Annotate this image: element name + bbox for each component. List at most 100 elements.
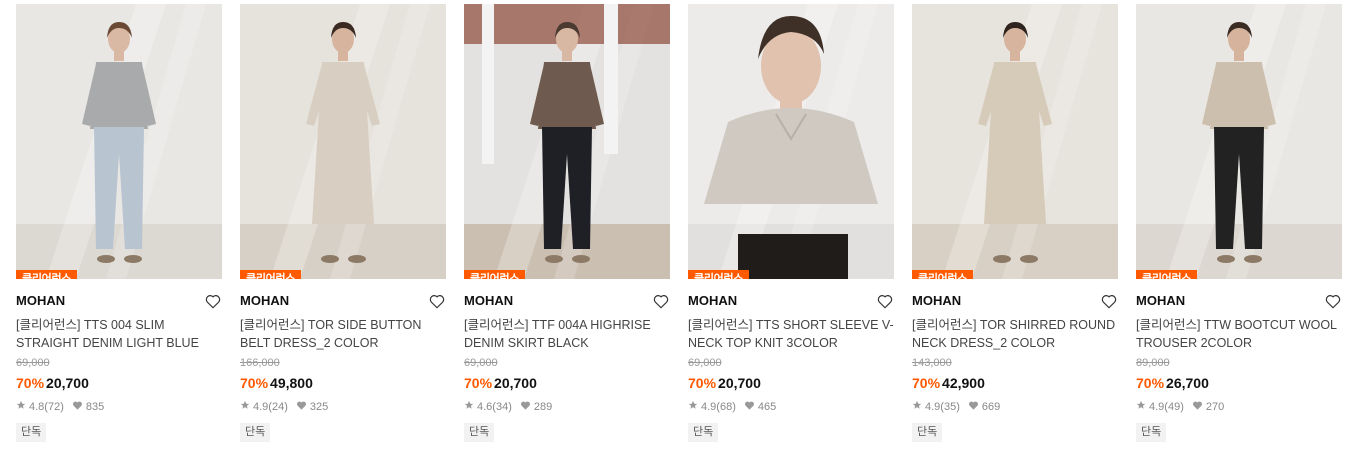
original-price: 89,000 bbox=[1136, 357, 1170, 369]
exclusive-tag: 단독 bbox=[688, 423, 719, 442]
review-count: (35) bbox=[940, 401, 960, 413]
like-count: 270 bbox=[1205, 401, 1225, 413]
product-card[interactable]: 클리어런스 MOHAN [클리어런스] TOR SHIRRED ROUND NECK… bbox=[912, 4, 1118, 442]
like-heart-icon bbox=[744, 400, 758, 415]
star-icon bbox=[464, 400, 477, 414]
product-image[interactable]: 클리어런스 bbox=[1136, 4, 1342, 279]
star-icon bbox=[1136, 400, 1149, 414]
like-count: 669 bbox=[981, 401, 1001, 413]
star-icon bbox=[240, 400, 253, 414]
product-image[interactable]: 클리어런스 bbox=[16, 4, 222, 279]
like-count: 289 bbox=[533, 401, 553, 413]
product-photo[interactable] bbox=[1136, 4, 1342, 279]
sale-price: 20,700 bbox=[46, 375, 89, 391]
clearance-badge: 클리어런스 bbox=[464, 270, 526, 279]
product-card[interactable]: 클리어런스 MOHAN [클리어런스] TOR SIDE BUTTON BELT D… bbox=[240, 4, 446, 442]
discount-rate: 70% bbox=[16, 375, 45, 391]
brand-name[interactable]: MOHAN bbox=[16, 291, 222, 311]
sale-price: 49,800 bbox=[270, 375, 313, 391]
review-meta: 4.9 (35) 669 bbox=[912, 400, 1118, 414]
product-card[interactable]: 클리어런스 MOHAN [클리어런스] TTW BOOTCUT WOOL TROUS… bbox=[1136, 4, 1342, 442]
like-count: 325 bbox=[309, 401, 329, 413]
wishlist-heart-icon[interactable] bbox=[1324, 292, 1342, 310]
wishlist-heart-icon[interactable] bbox=[652, 292, 670, 310]
review-count: (24) bbox=[268, 401, 288, 413]
product-name[interactable]: [클리어런스] TOR SHIRRED ROUND NECK DRESS_2 C… bbox=[912, 316, 1118, 352]
like-count: 465 bbox=[757, 401, 777, 413]
discount-rate: 70% bbox=[464, 375, 493, 391]
product-card[interactable]: 클리어런스 MOHAN [클리어런스] TTS SHORT SLEEVE V-NEC… bbox=[688, 4, 894, 442]
product-name[interactable]: [클리어런스] TTF 004A HIGHRISE DENIM SKIRT BL… bbox=[464, 316, 670, 352]
price-row: 70% 20,700 bbox=[16, 374, 222, 392]
product-photo[interactable] bbox=[912, 4, 1118, 279]
price-row: 70% 26,700 bbox=[1136, 374, 1342, 392]
clearance-badge: 클리어런스 bbox=[16, 270, 78, 279]
brand-name[interactable]: MOHAN bbox=[240, 291, 446, 311]
like-heart-icon bbox=[968, 400, 982, 415]
product-name[interactable]: [클리어런스] TTS SHORT SLEEVE V-NECK TOP KNIT… bbox=[688, 316, 894, 352]
wishlist-heart-icon[interactable] bbox=[428, 292, 446, 310]
brand-name[interactable]: MOHAN bbox=[1136, 291, 1342, 311]
brand-name[interactable]: MOHAN bbox=[464, 291, 670, 311]
price-row: 70% 49,800 bbox=[240, 374, 446, 392]
sale-price: 20,700 bbox=[494, 375, 537, 391]
price-row: 70% 42,900 bbox=[912, 374, 1118, 392]
like-heart-icon bbox=[1192, 400, 1206, 415]
product-image[interactable]: 클리어런스 bbox=[688, 4, 894, 279]
product-photo[interactable] bbox=[16, 4, 222, 279]
product-grid: 클리어런스 MOHAN [클리어런스] TTS 004 SLIM STRAIGHT … bbox=[0, 0, 1347, 469]
sale-price: 26,700 bbox=[1166, 375, 1209, 391]
discount-rate: 70% bbox=[1136, 375, 1165, 391]
brand-name[interactable]: MOHAN bbox=[688, 291, 894, 311]
product-image[interactable]: 클리어런스 bbox=[912, 4, 1118, 279]
product-image[interactable]: 클리어런스 bbox=[240, 4, 446, 279]
review-count: (49) bbox=[1164, 401, 1184, 413]
product-card[interactable]: 클리어런스 MOHAN [클리어런스] TTF 004A HIGHRISE DENI… bbox=[464, 4, 670, 442]
price-row: 70% 20,700 bbox=[688, 374, 894, 392]
review-meta: 4.6 (34) 289 bbox=[464, 400, 670, 414]
review-count: (72) bbox=[44, 401, 64, 413]
discount-rate: 70% bbox=[688, 375, 717, 391]
product-card[interactable]: 클리어런스 MOHAN [클리어런스] TTS 004 SLIM STRAIGHT … bbox=[16, 4, 222, 442]
like-heart-icon bbox=[72, 400, 86, 415]
original-price: 69,000 bbox=[16, 357, 50, 369]
exclusive-tag: 단독 bbox=[464, 423, 495, 442]
exclusive-tag: 단독 bbox=[912, 423, 943, 442]
review-meta: 4.8 (72) 835 bbox=[16, 400, 222, 414]
review-count: (34) bbox=[492, 401, 512, 413]
review-count: (68) bbox=[716, 401, 736, 413]
clearance-badge: 클리어런스 bbox=[240, 270, 302, 279]
clearance-badge: 클리어런스 bbox=[1136, 270, 1198, 279]
product-photo[interactable] bbox=[464, 4, 670, 279]
star-icon bbox=[912, 400, 925, 414]
exclusive-tag: 단독 bbox=[16, 423, 47, 442]
rating: 4.9 bbox=[253, 401, 269, 413]
review-meta: 4.9 (24) 325 bbox=[240, 400, 446, 414]
rating: 4.9 bbox=[1149, 401, 1165, 413]
product-image[interactable]: 클리어런스 bbox=[464, 4, 670, 279]
sale-price: 20,700 bbox=[718, 375, 761, 391]
product-name[interactable]: [클리어런스] TOR SIDE BUTTON BELT DRESS_2 COL… bbox=[240, 316, 446, 352]
product-photo[interactable] bbox=[240, 4, 446, 279]
product-photo[interactable] bbox=[688, 4, 894, 279]
product-name[interactable]: [클리어런스] TTS 004 SLIM STRAIGHT DENIM LIGH… bbox=[16, 316, 222, 352]
rating: 4.9 bbox=[701, 401, 717, 413]
product-name[interactable]: [클리어런스] TTW BOOTCUT WOOL TROUSER 2COLOR bbox=[1136, 316, 1342, 352]
exclusive-tag: 단독 bbox=[240, 423, 271, 442]
star-icon bbox=[688, 400, 701, 414]
clearance-badge: 클리어런스 bbox=[688, 270, 750, 279]
wishlist-heart-icon[interactable] bbox=[876, 292, 894, 310]
original-price: 166,000 bbox=[240, 357, 280, 369]
original-price: 69,000 bbox=[688, 357, 722, 369]
rating: 4.9 bbox=[925, 401, 941, 413]
rating: 4.6 bbox=[477, 401, 493, 413]
original-price: 143,000 bbox=[912, 357, 952, 369]
clearance-badge: 클리어런스 bbox=[912, 270, 974, 279]
brand-name[interactable]: MOHAN bbox=[912, 291, 1118, 311]
like-count: 835 bbox=[85, 401, 105, 413]
wishlist-heart-icon[interactable] bbox=[1100, 292, 1118, 310]
price-row: 70% 20,700 bbox=[464, 374, 670, 392]
wishlist-heart-icon[interactable] bbox=[204, 292, 222, 310]
original-price: 69,000 bbox=[464, 357, 498, 369]
star-icon bbox=[16, 400, 29, 414]
